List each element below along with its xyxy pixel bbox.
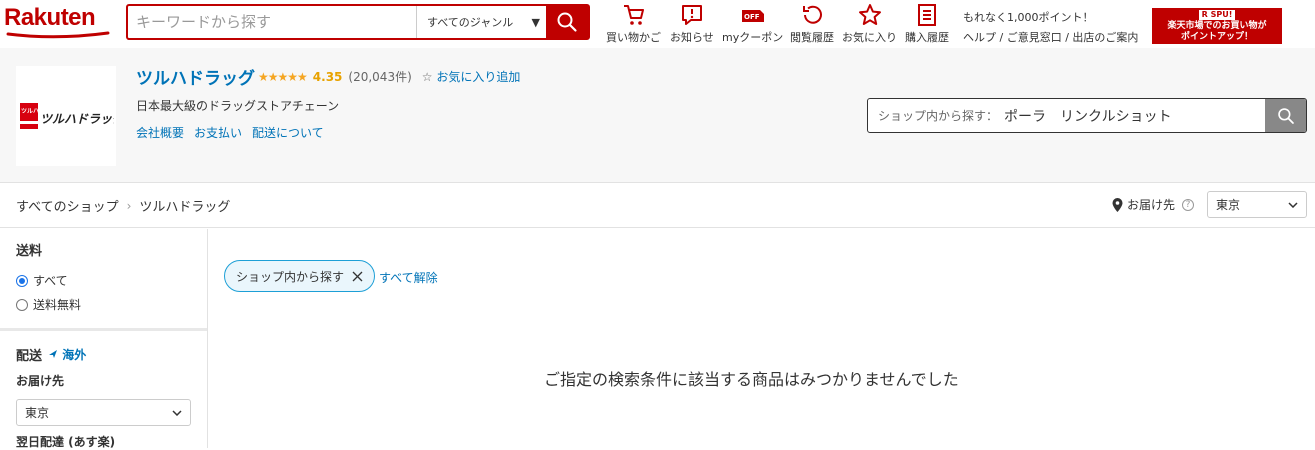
search-icon	[1277, 107, 1294, 124]
nav-coupon-label: myクーポン	[722, 31, 784, 44]
shipping-filter-title: 送料	[16, 244, 43, 259]
spu-line1: 楽天市場でのお買い物が	[1167, 21, 1267, 31]
history-icon	[803, 5, 822, 24]
shipping-option-free[interactable]: 送料無料	[16, 296, 81, 313]
help-link[interactable]: ヘルプ	[963, 31, 996, 44]
logo-swoosh-icon	[6, 31, 110, 39]
chevron-right-icon: ›	[126, 198, 132, 213]
genre-select[interactable]: すべてのジャンル ▼	[416, 6, 546, 38]
svg-text:ツルハドラッグ: ツルハドラッグ	[40, 112, 114, 126]
search-icon	[557, 12, 577, 32]
nav-favorites[interactable]: お気に入り	[842, 2, 897, 45]
add-favorite-label: お気に入り追加	[436, 70, 521, 84]
promo-area: もれなく1,000ポイント！ ヘルプ / ご意見窓口 / 出店のご案内	[963, 8, 1138, 48]
shop-header: ツルハ ツルハドラッグ ツルハドラッグ ★★★★★ 4.35 (20,043件)…	[0, 48, 1315, 183]
spu-banner[interactable]: R SPU! 楽天市場でのお買い物が ポイントアップ！	[1152, 8, 1282, 44]
shop-search-button[interactable]	[1265, 99, 1306, 132]
location-pin-icon	[1112, 197, 1123, 212]
shipping-option-free-label: 送料無料	[33, 298, 82, 312]
overseas-link[interactable]: 海外	[48, 346, 86, 363]
nav-history[interactable]: 閲覧履歴	[790, 2, 834, 45]
nav-notifications-label: お知らせ	[670, 31, 714, 44]
svg-text:ツルハ: ツルハ	[21, 108, 39, 115]
receipt-icon	[918, 4, 936, 26]
nav-history-label: 閲覧履歴	[790, 31, 834, 44]
shop-logo[interactable]: ツルハ ツルハドラッグ	[16, 66, 116, 166]
global-header: Rakuten すべてのジャンル ▼ 買い物かご	[0, 0, 1315, 48]
payment-link[interactable]: お支払い	[194, 124, 242, 141]
svg-text:OFF: OFF	[744, 13, 760, 21]
sidebar-region-value: 東京	[25, 406, 50, 420]
sidebar-divider	[0, 328, 207, 331]
shipping-option-all-label: すべて	[33, 274, 68, 288]
tsuruha-logo-icon: ツルハ ツルハドラッグ	[20, 103, 114, 129]
nav-purchase-history[interactable]: 購入履歴	[905, 2, 949, 45]
sidebar-region-select[interactable]: 東京	[16, 399, 191, 426]
delivery-filter-header: 配送 海外	[16, 345, 86, 364]
nav-purchase-history-label: 購入履歴	[905, 31, 949, 44]
logo-text: Rakuten	[4, 4, 96, 31]
shop-search-input[interactable]: ポーラ リンクルショット	[998, 99, 1265, 132]
genre-select-label: すべてのジャンル	[427, 16, 514, 29]
favorite-star-icon: ☆	[421, 70, 437, 84]
nav-notifications[interactable]: お知らせ	[670, 2, 714, 45]
delivery-dest-label: お届け先	[16, 374, 65, 388]
coupon-icon: OFF	[741, 10, 764, 22]
nav-cart-label: 買い物かご	[606, 31, 661, 44]
next-day-delivery-label: 翌日配達 (あす楽)	[16, 435, 116, 449]
shipping-option-all[interactable]: すべて	[16, 272, 68, 289]
rakuten-logo[interactable]: Rakuten	[4, 2, 112, 42]
airplane-icon	[49, 350, 58, 358]
breadcrumb: すべてのショップ › ツルハドラッグ	[16, 196, 230, 216]
active-filter-label: ショップ内から探す	[236, 269, 345, 284]
nav-cart[interactable]: 買い物かご	[606, 2, 661, 45]
promo-text[interactable]: もれなく1,000ポイント！	[963, 8, 1138, 28]
delivery-region-value: 東京	[1216, 198, 1241, 212]
radio-selected-icon[interactable]	[16, 274, 28, 287]
delivery-region-select[interactable]: 東京	[1207, 191, 1307, 218]
delivery-destination: お届け先 ?	[1112, 196, 1195, 213]
shop-rating: ★★★★★ 4.35 (20,043件) ☆ お気に入り追加	[258, 68, 520, 85]
notification-icon	[681, 5, 702, 25]
rating-stars-icon: ★★★★★	[258, 69, 308, 84]
shop-links: 会社概要 お支払い 配送について	[136, 124, 324, 141]
clear-all-filters-link[interactable]: すべて解除	[379, 269, 438, 286]
active-filter-chip[interactable]: ショップ内から探す	[224, 260, 376, 292]
help-icon[interactable]: ?	[1182, 198, 1195, 211]
merchant-info-link[interactable]: 出店のご案内	[1072, 31, 1138, 44]
delivery-label: お届け先	[1127, 198, 1176, 212]
close-icon[interactable]	[352, 271, 363, 282]
shop-name-link[interactable]: ツルハドラッグ	[136, 64, 255, 89]
overseas-label: 海外	[62, 348, 87, 362]
shipping-info-link[interactable]: 配送について	[252, 124, 324, 141]
shop-description: 日本最大級のドラッグストアチェーン	[136, 99, 340, 113]
feedback-link[interactable]: ご意見窓口	[1007, 31, 1062, 44]
breadcrumb-all-shops[interactable]: すべてのショップ	[16, 196, 119, 215]
review-count-link[interactable]: (20,043件)	[348, 68, 411, 85]
search-button[interactable]	[546, 6, 588, 38]
company-info-link[interactable]: 会社概要	[136, 124, 184, 141]
global-search-bar: すべてのジャンル ▼	[126, 4, 590, 40]
chevron-down-icon	[1288, 201, 1298, 208]
cart-icon	[623, 5, 644, 25]
rating-value: 4.35	[312, 69, 343, 84]
shop-search-label: ショップ内から探す：	[878, 109, 999, 123]
delivery-filter-title: 配送	[16, 349, 43, 364]
spu-line2: ポイントアップ！	[1180, 32, 1253, 42]
breadcrumb-shop[interactable]: ツルハドラッグ	[139, 196, 230, 215]
radio-unselected-icon[interactable]	[16, 298, 28, 311]
keyword-search-input[interactable]	[128, 6, 416, 38]
no-results-message: ご指定の検索条件に該当する商品はみつかりませんでした	[544, 370, 959, 389]
shop-search-bar: ショップ内から探す： ポーラ リンクルショット	[867, 98, 1307, 133]
chevron-down-icon	[172, 409, 182, 416]
nav-coupon[interactable]: OFF myクーポン	[722, 2, 783, 45]
caret-down-icon: ▼	[531, 15, 540, 29]
star-icon	[858, 4, 881, 25]
add-favorite-link[interactable]: ☆ お気に入り追加	[422, 68, 521, 85]
breadcrumb-bar: すべてのショップ › ツルハドラッグ お届け先 ?	[0, 183, 1315, 228]
nav-favorites-label: お気に入り	[842, 31, 897, 44]
spu-tag: R SPU!	[1198, 10, 1236, 20]
filter-sidebar: 送料 すべて 送料無料 配送 海外 お届け先 東京 翌日配達 (あす楽)	[0, 229, 208, 449]
